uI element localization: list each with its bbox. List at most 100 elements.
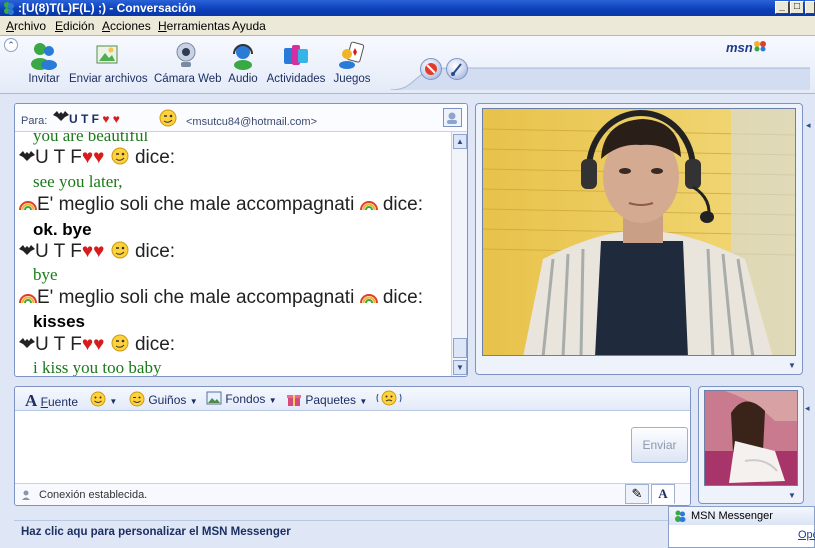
- menu-ayuda[interactable]: Ayuda: [232, 19, 266, 33]
- juegos-button[interactable]: Juegos: [333, 40, 371, 90]
- fuente-button[interactable]: A Fuente: [25, 391, 78, 411]
- menu-acciones-label: cciones: [110, 19, 151, 33]
- sender-line: U T F♥♥ dice:: [19, 240, 175, 263]
- menu-herramientas-key: H: [158, 19, 167, 33]
- heart-icon: ♥ ♥: [99, 112, 120, 126]
- sender-suffix: dice:: [134, 241, 176, 262]
- minimize-button[interactable]: _: [775, 1, 789, 14]
- webcam-frame-image: [483, 109, 795, 355]
- block-icon: [425, 63, 437, 75]
- menu-archivo[interactable]: Archivo: [6, 19, 46, 33]
- menu-herramientas[interactable]: Herramientas: [158, 19, 230, 33]
- invitar-button[interactable]: Invitar: [26, 40, 62, 90]
- nudge-button[interactable]: [376, 389, 402, 410]
- paquetes-button[interactable]: Paquetes ▼: [286, 391, 367, 407]
- sender-name: E' meglio soli che male accompagnati: [37, 287, 355, 308]
- wink-icon: [129, 391, 145, 407]
- msn-logo-text: msn: [726, 40, 753, 55]
- to-contact-name[interactable]: U T F ♥ ♥: [53, 109, 120, 126]
- rainbow-icon: [359, 201, 378, 211]
- scroll-down-arrow-icon[interactable]: ▼: [453, 360, 467, 375]
- text-tab[interactable]: A: [651, 484, 675, 504]
- enviar-archivos-label: Enviar archivos: [69, 73, 148, 85]
- wink-emoticon-icon: [111, 241, 129, 259]
- close-button[interactable]: [805, 1, 815, 14]
- collapse-toolbar-button[interactable]: ⌃: [4, 38, 18, 52]
- webcam-icon: [176, 42, 196, 67]
- msn-buddy-icon: [4, 2, 14, 15]
- scroll-up-arrow-icon[interactable]: ▲: [453, 134, 467, 149]
- guinos-button[interactable]: Guiños ▼: [129, 391, 198, 407]
- contact-card-icon: [447, 112, 457, 124]
- menu-archivo-key: A: [6, 19, 15, 33]
- sender-name: E' meglio soli che male accompagnati: [37, 194, 355, 215]
- toolbar: ⌃ Invitar Enviar archivos Cámara Web Aud…: [0, 36, 815, 94]
- menu-herramientas-label: erramientas: [166, 19, 231, 33]
- audio-label: Audio: [228, 73, 258, 85]
- window-title: :[U(8)T(L)F(L) ;) - Conversación: [18, 1, 196, 15]
- chevron-down-icon: ▼: [109, 397, 118, 406]
- maximize-button[interactable]: □: [790, 1, 804, 14]
- expand-avatar-arrow-icon[interactable]: ◂: [805, 401, 813, 415]
- actividades-button[interactable]: Actividades: [266, 40, 326, 90]
- popup-title: MSN Messenger: [691, 510, 773, 522]
- send-button[interactable]: Enviar: [631, 427, 688, 463]
- message-scrollbar[interactable]: ▲ ▼: [451, 132, 467, 376]
- message-text: bye: [33, 265, 58, 284]
- message-text: i kiss you too baby: [33, 358, 162, 376]
- sender-name: U T F: [35, 147, 82, 168]
- wink-emoticon-icon: [111, 334, 129, 352]
- display-picture[interactable]: [704, 390, 798, 486]
- rainbow-icon: [19, 294, 37, 304]
- avatar-options-arrow-icon[interactable]: ▼: [788, 491, 796, 500]
- fuente-label: uente: [47, 395, 78, 409]
- menu-edicion[interactable]: Edición: [55, 19, 94, 33]
- sender-line: U T F♥♥ dice:: [19, 333, 175, 356]
- message-input[interactable]: [15, 411, 625, 481]
- chevron-down-icon: ▼: [359, 397, 368, 406]
- message-history: you are beautiful U T F♥♥ dice: see you …: [15, 132, 451, 376]
- menu-acciones[interactable]: Acciones: [102, 19, 151, 33]
- msn-logo: msn: [726, 40, 767, 55]
- fondos-button[interactable]: Fondos ▼: [206, 391, 277, 406]
- message-text: kisses: [33, 312, 85, 331]
- enviar-archivos-button[interactable]: Enviar archivos: [69, 40, 148, 90]
- change-background-button[interactable]: [446, 58, 468, 80]
- nudge-icon: [376, 390, 402, 406]
- activities-icon: [284, 45, 308, 65]
- audio-button[interactable]: Audio: [226, 40, 260, 90]
- heart-icon: ♥♥: [81, 147, 105, 168]
- webcam-panel: ◂ ▼: [475, 103, 811, 375]
- webcam-video-feed: [482, 108, 796, 356]
- menu-bar: Archivo Edición Acciones Herramientas Ay…: [0, 16, 815, 36]
- expand-panel-arrow-icon[interactable]: ◂: [806, 118, 814, 132]
- smiley-icon: [90, 391, 106, 407]
- display-picture-image: [705, 391, 797, 485]
- sender-suffix: dice:: [382, 287, 423, 308]
- bat-icon: [19, 151, 35, 161]
- contact-card-button[interactable]: [443, 108, 462, 127]
- bat-icon: [19, 245, 35, 255]
- personalize-banner[interactable]: Haz clic aqu para personalizar el MSN Me…: [14, 520, 674, 542]
- display-picture-panel: ◂ ▼: [698, 386, 810, 504]
- pen-icon: ✎: [631, 486, 643, 501]
- scroll-thumb[interactable]: [453, 338, 467, 358]
- sender-suffix: dice:: [134, 334, 176, 355]
- webcam-options-arrow-icon[interactable]: ▼: [788, 361, 796, 370]
- msn-messenger-popup[interactable]: MSN Messenger Opc: [668, 506, 815, 548]
- invite-contact-icon: [31, 43, 57, 70]
- camara-web-button[interactable]: Cámara Web: [154, 40, 222, 90]
- menu-archivo-label: rchivo: [14, 19, 47, 33]
- headset-icon: [233, 44, 253, 70]
- popup-title-bar: MSN Messenger: [669, 507, 814, 525]
- emoticon-button[interactable]: ▼: [90, 391, 117, 407]
- juegos-label: Juegos: [333, 73, 371, 85]
- format-toolbar: A Fuente ▼ Guiños ▼ Fondos ▼ Paquetes ▼: [15, 387, 690, 411]
- block-contact-button[interactable]: [420, 58, 442, 80]
- sender-line: E' meglio soli che male accompagnati dic…: [19, 194, 423, 216]
- popup-options-link[interactable]: Opc: [798, 529, 815, 541]
- wink-emoticon-icon: [159, 109, 177, 127]
- handwriting-tab[interactable]: ✎: [625, 484, 649, 504]
- compose-panel: A Fuente ▼ Guiños ▼ Fondos ▼ Paquetes ▼ …: [14, 386, 691, 506]
- send-files-icon: [96, 45, 118, 64]
